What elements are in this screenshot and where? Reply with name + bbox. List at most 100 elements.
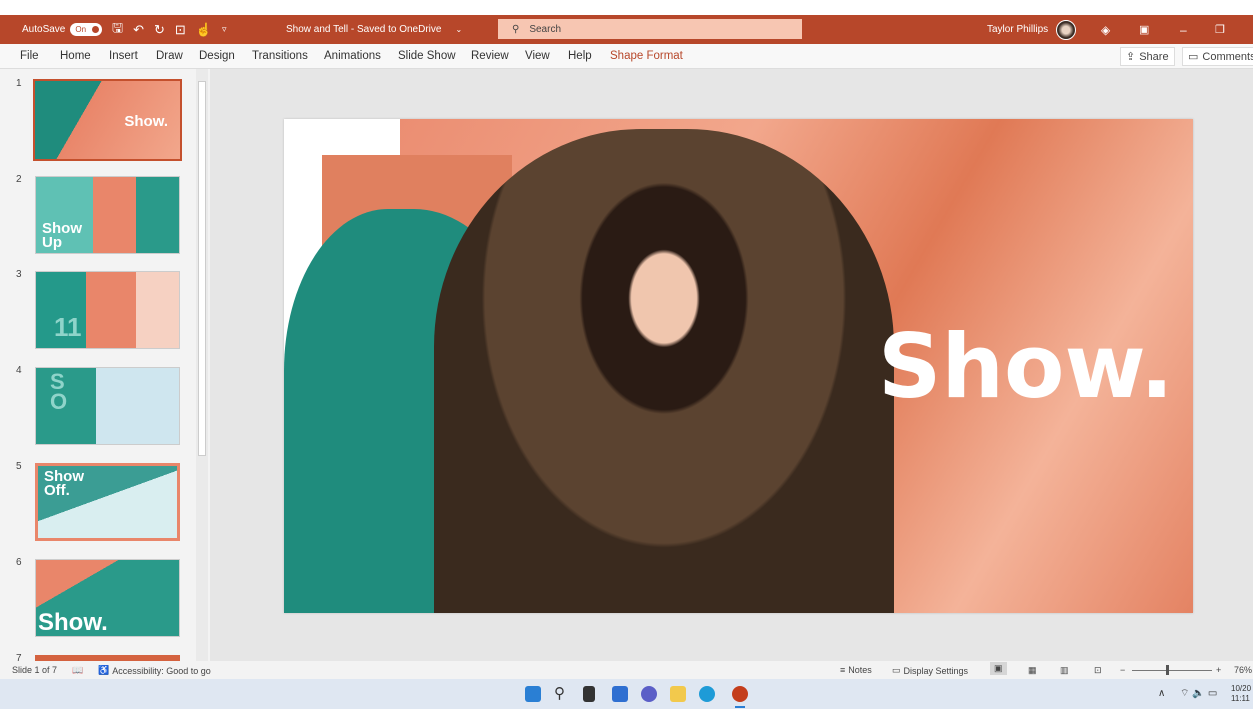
premium-diamond-icon[interactable]: ◈ (1101, 23, 1110, 37)
display-settings-button[interactable]: ▭ Display Settings (892, 665, 968, 676)
slide-thumbnail-3[interactable]: 11 (35, 271, 180, 349)
ribbon-tabs: File Home Insert Draw Design Transitions… (0, 44, 1253, 69)
zoom-slider-thumb[interactable] (1166, 665, 1169, 675)
tab-file[interactable]: File (20, 50, 39, 62)
ribbon-display-icon[interactable]: ▣ (1139, 23, 1149, 36)
tab-help[interactable]: Help (568, 50, 592, 62)
tab-slide-show[interactable]: Slide Show (398, 50, 456, 62)
thumbnail-text: Show Up (42, 220, 82, 251)
search-box[interactable]: ⚲ Search (498, 19, 802, 39)
present-icon[interactable]: ⊡ (175, 22, 186, 38)
chevron-down-icon: ⌄ (455, 25, 463, 34)
reading-view-icon[interactable]: ▥ (1060, 665, 1069, 676)
restore-icon[interactable]: ❐ (1215, 23, 1225, 36)
thumbnail-scrollbar[interactable] (196, 69, 208, 661)
slide-number: 3 (16, 269, 22, 280)
minimize-icon[interactable]: – (1180, 23, 1187, 37)
display-settings-label: Display Settings (903, 665, 969, 676)
thumbnail-text: S O (50, 369, 68, 414)
document-title[interactable]: Show and Tell - Saved to OneDrive ⌄ (286, 24, 462, 35)
title-bar: AutoSave On 🖫 ↶ ↻ ⊡ ☝ ▿ Show and Tell - Saved … (0, 15, 1253, 44)
comment-icon: ▭ (1188, 51, 1199, 63)
tab-review[interactable]: Review (471, 50, 509, 62)
tab-home[interactable]: Home (60, 50, 91, 62)
slide-number: 5 (16, 461, 22, 472)
accessibility-label: Accessibility: Good to go (112, 665, 211, 676)
tab-animations[interactable]: Animations (324, 50, 381, 62)
zoom-slider[interactable] (1132, 665, 1212, 675)
tab-draw[interactable]: Draw (156, 50, 183, 62)
slide-info: Slide 1 of 7 (12, 665, 58, 675)
redo-icon[interactable]: ↻ (154, 22, 165, 38)
slide-thumbnail-4[interactable]: S O (35, 367, 180, 445)
slide-sorter-icon[interactable]: ▦ (1028, 665, 1037, 676)
save-icon[interactable]: 🖫 (112, 19, 123, 41)
thumbnail-text: Show Off. (44, 468, 84, 499)
clock[interactable]: 10/20 11:11 (1231, 684, 1251, 704)
slide-headline[interactable]: Show. (878, 315, 1174, 418)
task-view-icon[interactable] (583, 686, 595, 702)
share-button[interactable]: ⇪ Share (1120, 47, 1175, 66)
start-icon[interactable] (525, 686, 541, 702)
search-placeholder: Search (529, 23, 562, 35)
slide-thumbnail-6[interactable]: Show. (35, 559, 180, 637)
tab-design[interactable]: Design (199, 50, 235, 62)
tab-transitions[interactable]: Transitions (252, 50, 308, 62)
notes-label: Notes (848, 665, 872, 675)
chat-icon[interactable] (641, 686, 657, 702)
share-icon: ⇪ (1126, 51, 1136, 63)
file-explorer-icon[interactable] (670, 686, 686, 702)
slide-number: 6 (16, 557, 22, 568)
comments-label: Comments (1202, 50, 1253, 63)
status-bar: Slide 1 of 7 📖 ♿ Accessibility: Good to g… (0, 661, 1253, 679)
account[interactable]: Taylor Phillips (987, 19, 1077, 40)
touch-mode-icon[interactable]: ☝ (196, 22, 212, 38)
comments-button[interactable]: ▭ Comments (1182, 47, 1253, 66)
slide-number: 2 (16, 174, 22, 185)
slide-thumbnail-2[interactable]: Show Up (35, 176, 180, 254)
zoom-level[interactable]: 76% (1234, 665, 1252, 675)
autosave-label: AutoSave (22, 24, 66, 35)
slide-number: 1 (16, 78, 22, 89)
share-label: Share (1139, 50, 1169, 63)
spelling-icon[interactable]: 📖 (72, 665, 83, 676)
autosave-toggle[interactable]: AutoSave On (22, 23, 103, 36)
zoom-out-button[interactable]: − (1120, 665, 1125, 675)
zoom-in-button[interactable]: + (1216, 665, 1221, 675)
taskbar: ⚲ ∧ ⌔🔈▭ 10/20 11:11 (0, 679, 1253, 709)
powerpoint-icon[interactable] (732, 686, 748, 702)
user-name: Taylor Phillips (987, 24, 1049, 35)
avatar (1056, 19, 1077, 40)
thumbnail-text: Show. (38, 609, 108, 636)
notes-icon: ≡ (840, 665, 846, 675)
tab-view[interactable]: View (525, 50, 550, 62)
autosave-switch[interactable]: On (70, 23, 103, 36)
thumbnail-text: Show. (124, 113, 168, 130)
customize-icon[interactable]: ▿ (222, 24, 227, 35)
doc-title-text: Show and Tell - Saved to OneDrive (286, 24, 442, 35)
widgets-icon[interactable] (612, 686, 628, 702)
time: 11:11 (1231, 694, 1250, 703)
tab-insert[interactable]: Insert (109, 50, 138, 62)
edge-icon[interactable] (699, 686, 715, 702)
notes-button[interactable]: ≡ Notes (840, 665, 872, 675)
undo-icon[interactable]: ↶ (133, 22, 144, 38)
thumbnail-text: 11 (54, 312, 82, 342)
tab-shape-format[interactable]: Shape Format (610, 50, 683, 62)
slide-thumbnail-1[interactable]: Show. (33, 79, 182, 161)
accessibility-button[interactable]: ♿ Accessibility: Good to go (98, 665, 211, 676)
search-icon[interactable]: ⚲ (554, 686, 570, 702)
slide-canvas[interactable]: Show. (284, 119, 1193, 613)
slide-number: 4 (16, 365, 22, 376)
slideshow-icon[interactable]: ⊡ (1094, 665, 1102, 676)
tray-chevron-icon[interactable]: ∧ (1158, 688, 1165, 699)
slide-thumbnail-5[interactable]: Show Off. (35, 463, 180, 541)
accessibility-icon: ♿ (98, 665, 110, 675)
photo-person (434, 129, 894, 613)
date: 10/20 (1231, 684, 1252, 693)
active-indicator (735, 706, 745, 708)
slide-thumbnail-pane: 1 Show. 2 Show Up 3 11 4 S O 5 Show Off.… (0, 69, 210, 665)
network-volume-battery-icons[interactable]: ⌔🔈▭ (1180, 687, 1220, 700)
scrollbar-thumb[interactable] (198, 81, 206, 456)
normal-view-icon[interactable]: ▣ (990, 662, 1007, 675)
